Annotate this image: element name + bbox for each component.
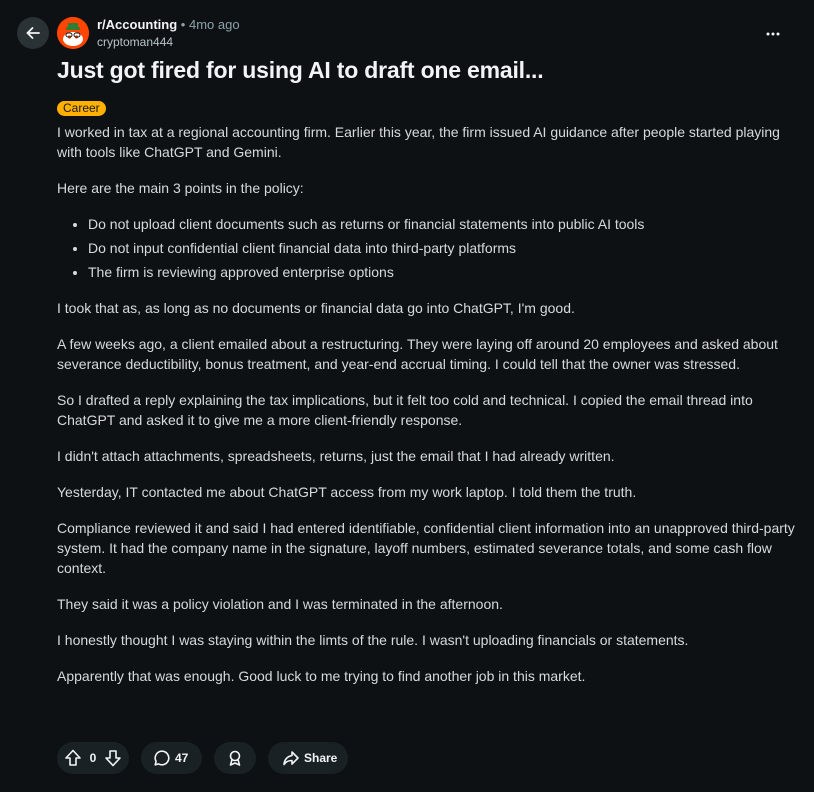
subreddit-avatar[interactable] bbox=[57, 17, 89, 49]
post-body: I worked in tax at a regional accounting… bbox=[57, 122, 797, 702]
body-paragraph: So I drafted a reply explaining the tax … bbox=[57, 392, 753, 428]
subreddit-mascot-icon bbox=[57, 17, 89, 49]
more-horizontal-icon bbox=[765, 26, 781, 42]
vote-control: 0 bbox=[57, 742, 129, 774]
vote-score: 0 bbox=[89, 751, 97, 765]
body-paragraph: I took that as, as long as no documents … bbox=[57, 300, 575, 316]
post-time: 4mo ago bbox=[188, 17, 240, 32]
policy-list-item: Do not upload client documents such as r… bbox=[88, 214, 797, 234]
arrow-left-icon bbox=[25, 25, 41, 41]
body-paragraph: Compliance reviewed it and said I had en… bbox=[57, 520, 795, 576]
more-options-button[interactable] bbox=[757, 18, 789, 50]
share-label: Share bbox=[304, 751, 338, 765]
body-paragraph: I honestly thought I was staying within … bbox=[57, 632, 689, 648]
award-button[interactable] bbox=[214, 742, 256, 774]
body-paragraph: A few weeks ago, a client emailed about … bbox=[57, 336, 778, 372]
downvote-arrow-icon[interactable] bbox=[103, 748, 123, 768]
policy-list-item: The firm is reviewing approved enterpris… bbox=[88, 262, 797, 282]
upvote-arrow-icon[interactable] bbox=[63, 748, 83, 768]
comments-button[interactable]: 47 bbox=[141, 742, 202, 774]
body-paragraph: Yesterday, IT contacted me about ChatGPT… bbox=[57, 484, 637, 500]
back-button[interactable] bbox=[17, 17, 49, 49]
policy-list: Do not upload client documents such as r… bbox=[57, 214, 797, 282]
post-action-bar: 0 47 Share bbox=[57, 742, 348, 774]
comments-count: 47 bbox=[175, 751, 189, 765]
post-title: Just got fired for using AI to draft one… bbox=[57, 57, 544, 83]
award-icon bbox=[226, 749, 244, 767]
share-arrow-icon bbox=[282, 749, 300, 767]
post-meta: r/Accounting • 4mo ago cryptoman444 bbox=[97, 17, 240, 50]
policy-list-item: Do not input confidential client financi… bbox=[88, 238, 797, 258]
author-link[interactable]: cryptoman444 bbox=[97, 34, 240, 50]
share-button[interactable]: Share bbox=[268, 742, 348, 774]
subreddit-link[interactable]: r/Accounting bbox=[97, 17, 177, 32]
body-paragraph: They said it was a policy violation and … bbox=[57, 596, 503, 612]
body-paragraph: I didn't attach attachments, spreadsheet… bbox=[57, 448, 615, 464]
body-paragraph: I worked in tax at a regional accounting… bbox=[57, 124, 780, 160]
body-paragraph: Apparently that was enough. Good luck to… bbox=[57, 668, 586, 684]
post-flair[interactable]: Career bbox=[57, 101, 106, 116]
comment-bubble-icon bbox=[153, 749, 171, 767]
body-paragraph: Here are the main 3 points in the policy… bbox=[57, 180, 304, 196]
meta-separator: • bbox=[180, 17, 186, 32]
